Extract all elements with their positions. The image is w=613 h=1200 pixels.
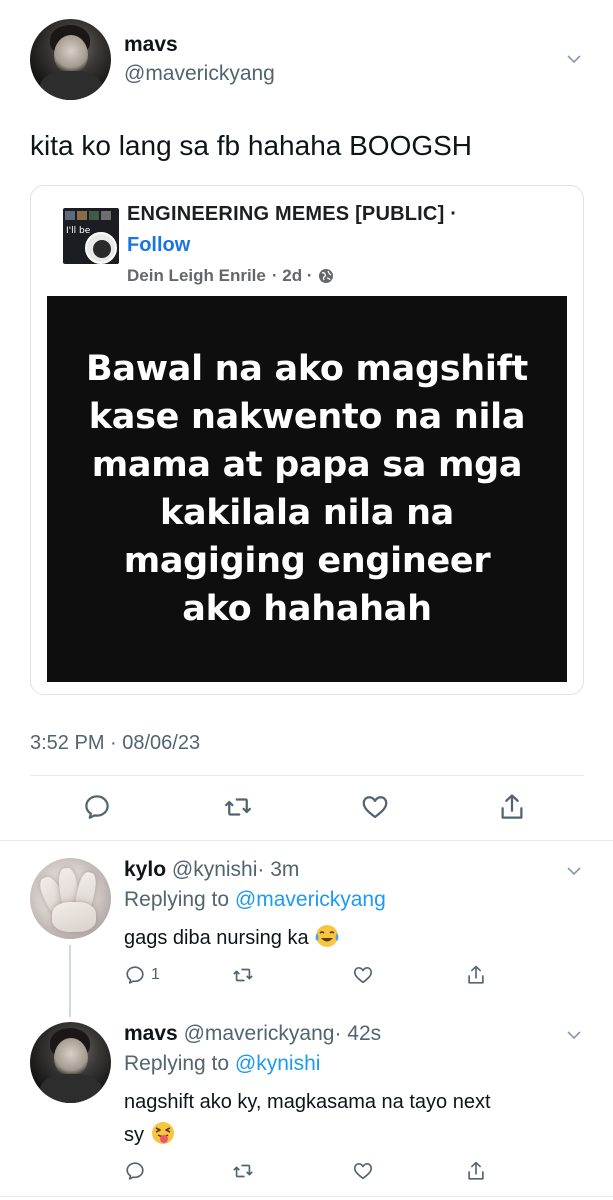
card-post-text: Bawal na ako magshift kase nakwento na n…: [86, 345, 528, 633]
main-tweet-text: kita ko lang sa fb hahaha BOOGSH: [30, 130, 473, 161]
card-follow-link[interactable]: Follow: [127, 234, 190, 257]
globe-icon: [318, 268, 334, 284]
post-line-4: kakilala nila na: [159, 493, 455, 533]
reply-count: 1: [151, 966, 160, 983]
replying-to-label: Replying to: [124, 1052, 230, 1075]
like-heart-icon[interactable]: [352, 1160, 374, 1182]
divider: [0, 1196, 613, 1197]
reply-author-name[interactable]: kylo: [124, 858, 166, 881]
reply-author-handle[interactable]: @kynishi: [172, 858, 258, 881]
like-heart-icon[interactable]: [360, 792, 390, 822]
retweet-icon[interactable]: [232, 1160, 254, 1182]
tweet-timestamp[interactable]: 3:52 PM · 08/06/23: [30, 732, 200, 755]
share-icon[interactable]: [465, 964, 487, 986]
retweet-icon[interactable]: [223, 792, 253, 822]
post-line-1: Bawal na ako magshift: [86, 349, 528, 389]
more-options-chevron-icon[interactable]: [567, 52, 581, 66]
tongue-wink-emoji-icon: [150, 1120, 176, 1146]
reply-text-line-1: nagshift ako ky, magkasama na tayo next: [124, 1091, 491, 1113]
page-avatar-text: I'll be: [66, 226, 91, 236]
reply-time: · 3m: [257, 858, 300, 881]
tears-of-joy-emoji-icon: [314, 923, 340, 949]
reply-author-line: mavs @maverickyang· 42s: [124, 1022, 381, 1046]
page-avatar-inner-icon: [85, 232, 117, 264]
kylo-avatar[interactable]: [30, 858, 111, 939]
embedded-facebook-post-card[interactable]: I'll be ENGINEERING MEMES [PUBLIC] · Fol…: [30, 185, 584, 695]
post-line-6: ako hahahah: [182, 589, 432, 629]
card-meta: Dein Leigh Enrile · 2d ·: [127, 266, 334, 286]
post-line-5: magiging engineer: [123, 541, 491, 581]
reply-text: gags diba nursing ka: [124, 922, 340, 955]
card-post-image[interactable]: Bawal na ako magshift kase nakwento na n…: [47, 296, 567, 682]
replying-to-line: Replying to @maverickyang: [124, 888, 386, 912]
replying-to-line: Replying to @kynishi: [124, 1052, 320, 1076]
reply-action[interactable]: 1: [124, 964, 160, 986]
card-page-name[interactable]: ENGINEERING MEMES [PUBLIC] ·: [127, 203, 457, 226]
card-post-time: · 2d ·: [271, 266, 313, 285]
share-icon[interactable]: [497, 792, 527, 822]
page-avatar: I'll be: [63, 208, 119, 264]
more-options-chevron-icon[interactable]: [567, 864, 581, 878]
reply-author-handle[interactable]: @maverickyang: [184, 1022, 335, 1045]
like-heart-icon[interactable]: [352, 964, 374, 986]
mavs-reply-avatar[interactable]: [30, 1022, 111, 1103]
post-line-3: mama at papa sa mga: [91, 445, 523, 485]
retweet-icon[interactable]: [232, 964, 254, 986]
replying-to-mention[interactable]: @maverickyang: [235, 888, 386, 911]
share-icon[interactable]: [465, 1160, 487, 1182]
reply-icon[interactable]: [124, 1160, 146, 1182]
replying-to-label: Replying to: [124, 888, 230, 911]
reply-author-name[interactable]: mavs: [124, 1022, 178, 1045]
reply-text-line-2: sy: [124, 1124, 144, 1146]
replying-to-mention[interactable]: @kynishi: [235, 1052, 321, 1075]
reply-time: · 42s: [334, 1022, 382, 1045]
main-author-name[interactable]: mavs: [124, 33, 178, 57]
divider: [30, 775, 584, 776]
reply-icon: [126, 966, 144, 984]
reply-icon[interactable]: [82, 792, 112, 822]
reply-author-line: kylo @kynishi· 3m: [124, 858, 299, 882]
post-line-2: kase nakwento na nila: [88, 397, 526, 437]
reply-text: nagshift ako ky, magkasama na tayo next …: [124, 1086, 491, 1152]
main-author-avatar[interactable]: [30, 19, 111, 100]
divider: [0, 840, 613, 841]
reply-text-content: gags diba nursing ka: [124, 927, 309, 949]
card-post-author[interactable]: Dein Leigh Enrile: [127, 266, 266, 286]
more-options-chevron-icon[interactable]: [567, 1028, 581, 1042]
main-author-handle[interactable]: @maverickyang: [124, 62, 275, 86]
thread-connector-line: [69, 945, 71, 1017]
